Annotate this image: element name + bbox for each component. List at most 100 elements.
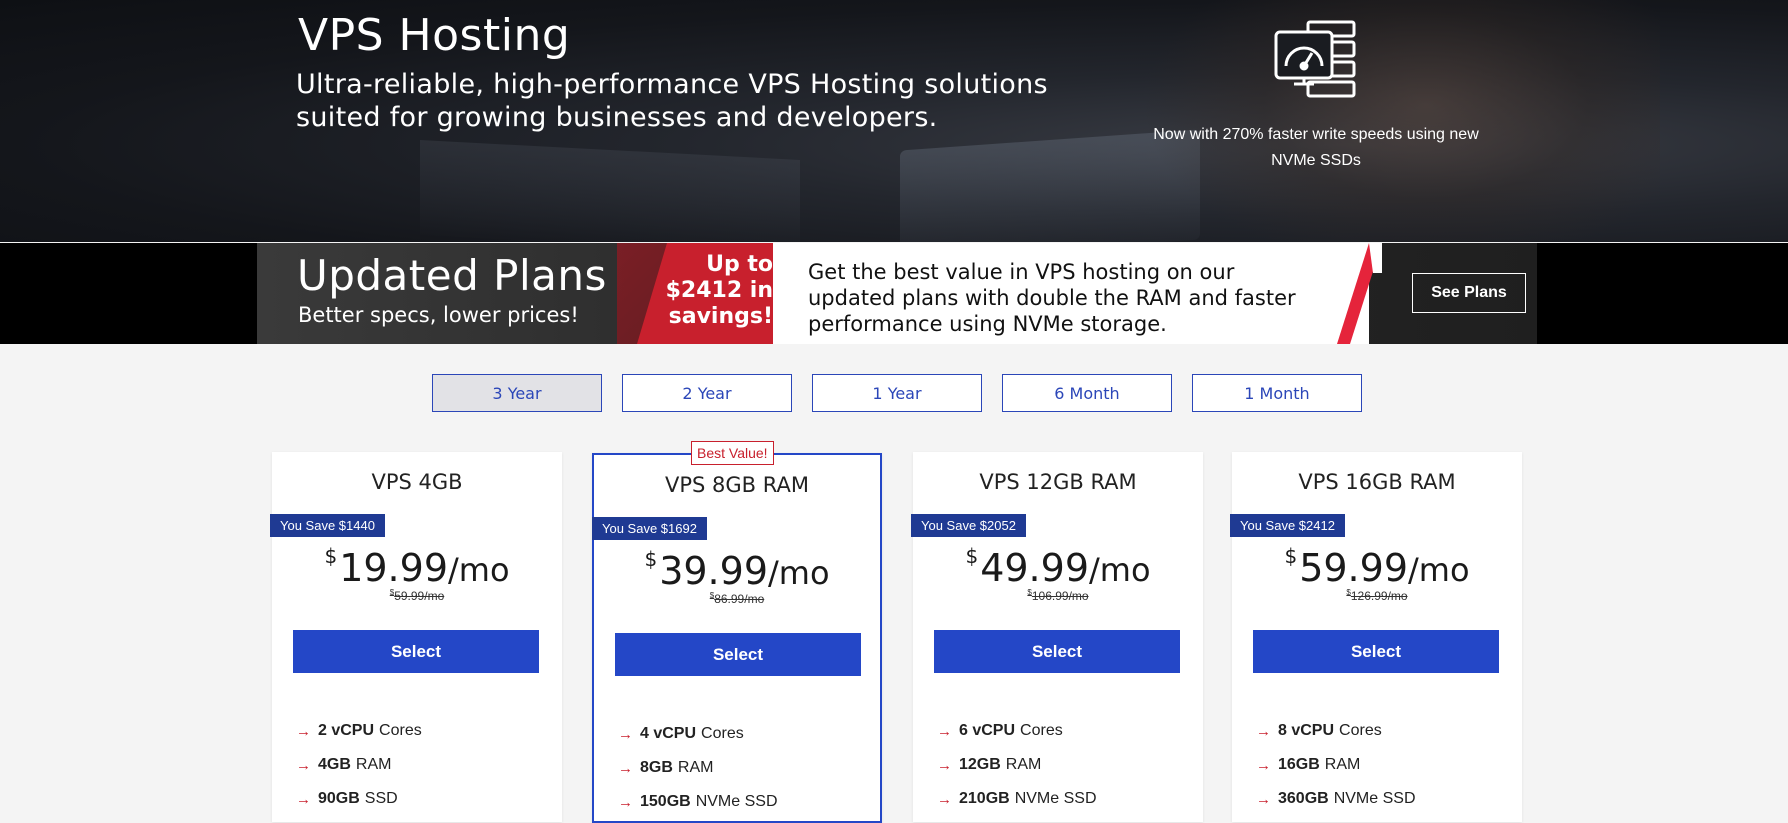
original-price: $59.99/mo (272, 588, 562, 603)
feature-value: 8 vCPU (1278, 722, 1335, 739)
arrow-right-icon: → (937, 722, 952, 740)
select-plan-button[interactable]: Select (293, 630, 539, 673)
arrow-right-icon: → (1256, 790, 1271, 808)
term-tab-3-year[interactable]: 3 Year (432, 374, 602, 412)
arrow-right-icon: → (296, 756, 311, 774)
feature-item: → 210GB NVMe SSD (937, 782, 1097, 816)
plan-name: VPS 8GB RAM (665, 473, 809, 497)
feature-item: → 16GB RAM (1256, 748, 1416, 782)
original-price: $86.99/mo (594, 591, 880, 606)
feature-value: 150GB (640, 793, 691, 810)
feature-value: 4 vCPU (640, 725, 697, 742)
price-amount: 59.99 (1299, 546, 1408, 590)
arrow-right-icon: → (1256, 756, 1271, 774)
term-tab-2-year[interactable]: 2 Year (622, 374, 792, 412)
feature-label: RAM (1324, 756, 1361, 773)
savings-tag: You Save $1692 (592, 517, 707, 540)
plan-card: VPS 16GB RAM You Save $2412 $59.99/mo $1… (1230, 452, 1522, 822)
server-speedometer-icon (1274, 20, 1356, 98)
plan-price: $49.99/mo (913, 544, 1203, 590)
term-tab-6-month[interactable]: 6 Month (1002, 374, 1172, 412)
feature-label: RAM (355, 756, 392, 773)
select-plan-button[interactable]: Select (1253, 630, 1499, 673)
old-price-amount: 126.99/mo (1350, 589, 1408, 603)
feature-label: Cores (701, 725, 744, 742)
arrow-right-icon: → (296, 790, 311, 808)
feature-item: → 8GB RAM (618, 751, 778, 785)
banner-description: Get the best value in VPS hosting on our… (808, 260, 1296, 336)
savings-tag: You Save $2052 (911, 514, 1026, 537)
feature-label: RAM (1005, 756, 1042, 773)
savings-tag: You Save $1440 (270, 514, 385, 537)
savings-tag: You Save $2412 (1230, 514, 1345, 537)
feature-list: → 6 vCPU Cores → 12GB RAM → 210GB NVMe SSD (937, 714, 1097, 816)
currency-symbol: $ (965, 544, 979, 568)
plan-name: VPS 12GB RAM (979, 470, 1137, 494)
price-amount: 39.99 (659, 549, 768, 593)
feature-value: 16GB (1278, 756, 1320, 773)
hero-subtitle: Ultra-reliable, high-performance VPS Hos… (296, 69, 1048, 133)
feature-item: → 150GB NVMe SSD (618, 785, 778, 819)
price-amount: 19.99 (339, 546, 448, 590)
select-plan-button[interactable]: Select (615, 633, 861, 676)
banner-subtitle: Better specs, lower prices! (298, 303, 579, 327)
price-period: /mo (1089, 551, 1151, 589)
feature-item: → 2 vCPU Cores (296, 714, 422, 748)
best-value-badge: Best Value! (691, 441, 774, 465)
feature-label: Cores (1339, 722, 1382, 739)
feature-value: 8GB (640, 759, 673, 776)
feature-value: 90GB (318, 790, 360, 807)
arrow-right-icon: → (937, 790, 952, 808)
currency-symbol: $ (1284, 544, 1298, 568)
feature-list: → 4 vCPU Cores → 8GB RAM → 150GB NVMe SSD (618, 717, 778, 819)
feature-label: SSD (364, 790, 398, 807)
plan-price: $19.99/mo (272, 544, 562, 590)
hero-background-person (1140, 0, 1660, 242)
plan-price: $59.99/mo (1232, 544, 1522, 590)
feature-item: → 90GB SSD (296, 782, 422, 816)
arrow-right-icon: → (618, 759, 633, 777)
feature-value: 210GB (959, 790, 1010, 807)
feature-list: → 8 vCPU Cores → 16GB RAM → 360GB NVMe SSD (1256, 714, 1416, 816)
feature-item: → 4GB RAM (296, 748, 422, 782)
feature-item: → 4 vCPU Cores (618, 717, 778, 751)
billing-term-tabs: 3 Year 2 Year 1 Year 6 Month 1 Month (432, 374, 1362, 412)
arrow-right-icon: → (618, 793, 633, 811)
promo-banner: Updated Plans Better specs, lower prices… (257, 243, 1537, 344)
select-plan-button[interactable]: Select (934, 630, 1180, 673)
plan-price: $39.99/mo (594, 547, 880, 593)
old-price-amount: 59.99/mo (394, 589, 445, 603)
feature-label: NVMe SSD (1014, 790, 1097, 807)
original-price: $106.99/mo (913, 588, 1203, 603)
price-period: /mo (448, 551, 510, 589)
plan-name: VPS 16GB RAM (1298, 470, 1456, 494)
feature-list: → 2 vCPU Cores → 4GB RAM → 90GB SSD (296, 714, 422, 816)
plan-card: VPS 12GB RAM You Save $2052 $49.99/mo $1… (911, 452, 1203, 822)
feature-value: 4GB (318, 756, 351, 773)
term-tab-1-year[interactable]: 1 Year (812, 374, 982, 412)
price-period: /mo (768, 554, 830, 592)
hero-note: Now with 270% faster write speeds using … (1153, 126, 1479, 169)
feature-label: RAM (677, 759, 714, 776)
feature-item: → 8 vCPU Cores (1256, 714, 1416, 748)
currency-symbol: $ (324, 544, 338, 568)
feature-label: Cores (1020, 722, 1063, 739)
hero-section: VPS Hosting Ultra-reliable, high-perform… (0, 0, 1788, 242)
arrow-right-icon: → (937, 756, 952, 774)
old-price-amount: 86.99/mo (714, 592, 765, 606)
price-period: /mo (1408, 551, 1470, 589)
feature-item: → 360GB NVMe SSD (1256, 782, 1416, 816)
feature-item: → 12GB RAM (937, 748, 1097, 782)
price-amount: 49.99 (980, 546, 1089, 590)
feature-label: Cores (379, 722, 422, 739)
banner-savings-text: Up to $2412 in savings! (665, 252, 773, 329)
feature-value: 6 vCPU (959, 722, 1016, 739)
feature-value: 12GB (959, 756, 1001, 773)
feature-value: 2 vCPU (318, 722, 375, 739)
see-plans-button[interactable]: See Plans (1412, 273, 1526, 313)
feature-value: 360GB (1278, 790, 1329, 807)
plan-card-featured: VPS 8GB RAM You Save $1692 $39.99/mo $86… (592, 453, 882, 823)
page-title: VPS Hosting (298, 10, 571, 61)
plan-name: VPS 4GB (371, 470, 463, 494)
term-tab-1-month[interactable]: 1 Month (1192, 374, 1362, 412)
